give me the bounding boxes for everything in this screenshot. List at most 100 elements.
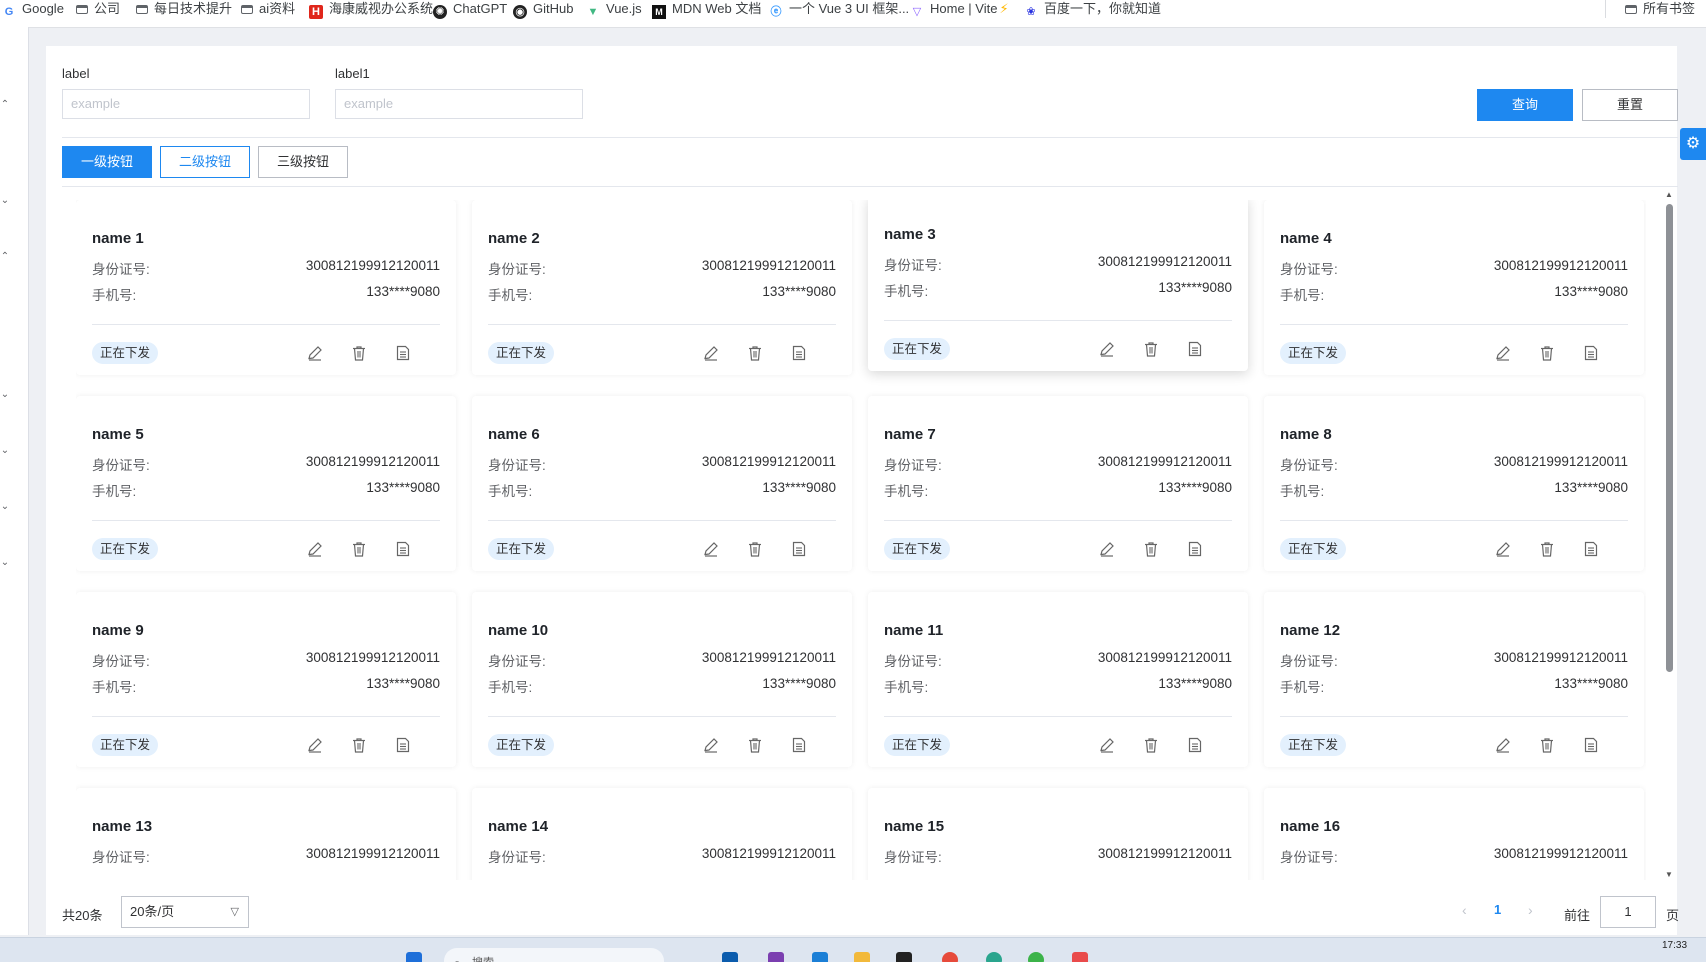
document-icon[interactable] — [790, 736, 808, 754]
delete-icon[interactable] — [1142, 340, 1160, 358]
card-id-label: 身份证号: — [884, 258, 942, 273]
chevron-down-icon[interactable]: ⌄ — [0, 389, 10, 400]
chevron-down-icon[interactable]: ⌄ — [0, 501, 10, 512]
record-card[interactable]: name 6 身份证号: 300812199912120011 手机号: 133****… — [472, 396, 852, 571]
delete-icon[interactable] — [746, 736, 764, 754]
delete-icon[interactable] — [1538, 736, 1556, 754]
folder-icon — [241, 5, 253, 14]
prev-page-icon[interactable]: ‹ — [1462, 902, 1467, 918]
edit-icon[interactable] — [1098, 540, 1116, 558]
delete-icon[interactable] — [746, 540, 764, 558]
primary-action-button[interactable]: 一级按钮 — [62, 146, 152, 178]
bookmark-folder-company[interactable]: 公司 — [76, 0, 120, 17]
record-card[interactable]: name 12 身份证号: 300812199912120011 手机号: 133***… — [1264, 592, 1644, 767]
record-card[interactable]: name 4 身份证号: 300812199912120011 手机号: 133****… — [1264, 200, 1644, 375]
page-number-current[interactable]: 1 — [1494, 902, 1501, 917]
edit-icon[interactable] — [306, 540, 324, 558]
edit-icon[interactable] — [306, 344, 324, 362]
record-card[interactable]: name 13 身份证号: 300812199912120011 — [76, 788, 456, 880]
card-id-label: 身份证号: — [1280, 262, 1338, 277]
document-icon[interactable] — [1186, 540, 1204, 558]
bookmark-element-plus[interactable]: ⓔ 一个 Vue 3 UI 框架... — [769, 0, 910, 18]
document-icon[interactable] — [1582, 736, 1600, 754]
record-card[interactable]: name 11 身份证号: 300812199912120011 手机号: 133***… — [868, 592, 1248, 767]
goto-page-input[interactable]: 1 — [1600, 896, 1656, 928]
bookmark-chatgpt[interactable]: ✺ ChatGPT — [433, 0, 507, 19]
bookmark-folder-ai[interactable]: ai资料 — [241, 0, 295, 17]
record-card[interactable]: name 14 身份证号: 300812199912120011 — [472, 788, 852, 880]
document-icon[interactable] — [1186, 736, 1204, 754]
delete-icon[interactable] — [746, 344, 764, 362]
card-divider — [1280, 716, 1628, 717]
record-card[interactable]: name 3 身份证号: 300812199912120011 手机号: 133****… — [868, 200, 1248, 371]
page-size-select[interactable]: 20条/页 ▽ — [121, 896, 249, 928]
card-id-row: 身份证号: 300812199912120011 — [488, 258, 836, 278]
card-id-label: 身份证号: — [488, 458, 546, 473]
document-icon[interactable] — [1582, 344, 1600, 362]
document-icon[interactable] — [394, 344, 412, 362]
chevron-down-icon[interactable]: ⌄ — [0, 445, 10, 456]
record-card[interactable]: name 2 身份证号: 300812199912120011 手机号: 133****… — [472, 200, 852, 375]
document-icon[interactable] — [1582, 540, 1600, 558]
secondary-action-button[interactable]: 二级按钮 — [160, 146, 250, 178]
chevron-up-icon[interactable]: ⌃ — [0, 99, 10, 110]
record-card[interactable]: name 1 身份证号: 300812199912120011 手机号: 133****… — [76, 200, 456, 375]
delete-icon[interactable] — [350, 540, 368, 558]
delete-icon[interactable] — [350, 344, 368, 362]
bookmark-folder-daily[interactable]: 每日技术提升 — [136, 0, 232, 17]
document-icon[interactable] — [394, 736, 412, 754]
delete-icon[interactable] — [350, 736, 368, 754]
delete-icon[interactable] — [1142, 736, 1160, 754]
chevron-down-icon[interactable]: ⌄ — [0, 195, 10, 206]
bookmark-baidu[interactable]: ❀ 百度一下，你就知道 — [1024, 0, 1161, 18]
taskbar-search[interactable]: ⌕ 搜索 — [444, 948, 664, 962]
record-card[interactable]: name 9 身份证号: 300812199912120011 手机号: 133****… — [76, 592, 456, 767]
search-input-2[interactable]: example — [335, 89, 583, 119]
element-icon: ⓔ — [770, 6, 782, 18]
bookmark-mdn[interactable]: M MDN Web 文档 — [652, 0, 761, 19]
bookmark-github[interactable]: ◉ GitHub — [513, 0, 573, 19]
status-badge: 正在下发 — [1280, 342, 1347, 364]
next-page-icon[interactable]: › — [1528, 902, 1533, 918]
edit-icon[interactable] — [702, 540, 720, 558]
bookmark-all[interactable]: 所有书签 — [1625, 0, 1695, 17]
record-card[interactable]: name 8 身份证号: 300812199912120011 手机号: 133****… — [1264, 396, 1644, 571]
scroll-down-arrow-icon[interactable]: ▼ — [1665, 870, 1673, 879]
scrollbar-thumb[interactable] — [1666, 204, 1673, 672]
document-icon[interactable] — [790, 344, 808, 362]
status-badge: 正在下发 — [1280, 538, 1347, 560]
edit-icon[interactable] — [702, 736, 720, 754]
bookmark-vue[interactable]: ▼ Vue.js — [586, 0, 642, 18]
query-button[interactable]: 查询 — [1477, 89, 1573, 121]
card-phone-row: 手机号: 133****9080 — [884, 280, 1232, 300]
scroll-up-arrow-icon[interactable]: ▲ — [1665, 190, 1673, 199]
edit-icon[interactable] — [1494, 540, 1512, 558]
record-card[interactable]: name 7 身份证号: 300812199912120011 手机号: 133****… — [868, 396, 1248, 571]
chevron-down-icon[interactable]: ⌄ — [0, 557, 10, 568]
search-input-1[interactable]: example — [62, 89, 310, 119]
chevron-up-icon[interactable]: ⌃ — [0, 251, 10, 262]
delete-icon[interactable] — [1538, 540, 1556, 558]
edit-icon[interactable] — [1098, 340, 1116, 358]
edit-icon[interactable] — [1098, 736, 1116, 754]
document-icon[interactable] — [790, 540, 808, 558]
document-icon[interactable] — [394, 540, 412, 558]
record-card[interactable]: name 15 身份证号: 300812199912120011 — [868, 788, 1248, 880]
tertiary-action-button[interactable]: 三级按钮 — [258, 146, 348, 178]
document-icon[interactable] — [1186, 340, 1204, 358]
edit-icon[interactable] — [1494, 344, 1512, 362]
settings-gear-button[interactable]: ⚙ — [1680, 128, 1706, 160]
record-card[interactable]: name 5 身份证号: 300812199912120011 手机号: 133****… — [76, 396, 456, 571]
delete-icon[interactable] — [1142, 540, 1160, 558]
record-card[interactable]: name 16 身份证号: 300812199912120011 — [1264, 788, 1644, 880]
reset-button[interactable]: 重置 — [1582, 89, 1678, 121]
record-card[interactable]: name 10 身份证号: 300812199912120011 手机号: 133***… — [472, 592, 852, 767]
bookmark-google[interactable]: G Google — [2, 0, 64, 18]
edit-icon[interactable] — [702, 344, 720, 362]
bookmark-vite[interactable]: ▽ Home | Vite ⚡ — [910, 0, 1009, 18]
bookmark-hikvision[interactable]: H 海康威视办公系统 — [309, 0, 433, 19]
delete-icon[interactable] — [1538, 344, 1556, 362]
edit-icon[interactable] — [1494, 736, 1512, 754]
edit-icon[interactable] — [306, 736, 324, 754]
grid-scrollbar[interactable]: ▲ ▼ — [1662, 190, 1676, 880]
